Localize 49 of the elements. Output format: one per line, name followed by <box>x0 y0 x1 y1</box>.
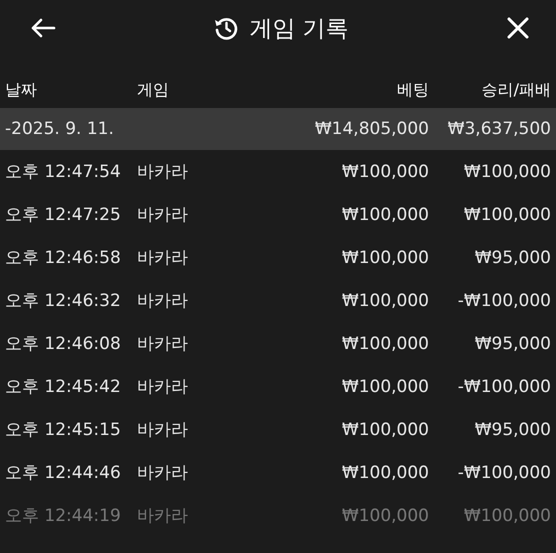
table-cell-text: 오후 12:46:58 <box>5 247 122 269</box>
table-cell-text: 오후 12:47:54 <box>5 161 122 183</box>
table-cell-text: 바카라 <box>137 419 189 441</box>
table-cell-text: ₩100,000 <box>340 376 429 396</box>
table-cell-text: 오후 12:46:08 <box>5 333 122 355</box>
table-cell-text: ₩100,000 <box>340 204 429 224</box>
table-cell-text: ₩100,000 <box>462 162 551 182</box>
table-cell-text: ₩100,000 <box>340 420 429 440</box>
table-cell-text: ₩100,000 <box>462 506 551 526</box>
table-cell-text: -₩100,000 <box>456 376 551 396</box>
table-cell-text: 오후 12:46:32 <box>5 290 122 312</box>
table-cell-text: ₩100,000 <box>340 162 429 182</box>
table-cell-text: ₩100,000 <box>340 290 429 310</box>
total-result: ₩3,637,500 <box>446 119 551 139</box>
table-cell-text: 오후 12:47:25 <box>5 204 122 226</box>
column-header: 승리/패배 <box>480 80 551 100</box>
close-button[interactable] <box>506 16 530 40</box>
table-cell-text: -₩100,000 <box>456 290 551 310</box>
column-header: 베팅 <box>396 80 429 100</box>
close-icon <box>506 16 530 40</box>
table-cell-text: ₩95,000 <box>474 420 551 440</box>
table-cell-text: 바카라 <box>137 462 189 484</box>
table-cell-text: 바카라 <box>137 505 189 527</box>
table-cell-text: 바카라 <box>137 204 189 226</box>
table-cell-text: ₩100,000 <box>340 334 429 354</box>
table-cell-text: 바카라 <box>137 290 189 312</box>
table-cell-text: 오후 12:45:15 <box>5 419 122 441</box>
table-cell-text: ₩100,000 <box>340 248 429 268</box>
column-header: 게임 <box>137 80 170 100</box>
table-cell-text: ₩100,000 <box>340 462 429 482</box>
back-button[interactable] <box>30 17 56 39</box>
column-header: 날짜 <box>5 80 38 100</box>
total-bet: ₩14,805,000 <box>314 119 429 139</box>
table-cell-text: ₩95,000 <box>474 248 551 268</box>
table-cell-text: 바카라 <box>137 333 189 355</box>
table-cell-text: -₩100,000 <box>456 462 551 482</box>
table-cell-text: 오후 12:45:42 <box>5 376 122 398</box>
window-title: 게임 기록 <box>249 14 349 44</box>
group-date: -2025. 9. 11. <box>5 119 115 139</box>
table-cell-text: 오후 12:44:46 <box>5 462 122 484</box>
table-cell-text: 바카라 <box>137 161 189 183</box>
back-arrow-icon <box>30 17 56 39</box>
table-cell-text: ₩100,000 <box>462 204 551 224</box>
table-cell-text: 바카라 <box>137 247 189 269</box>
history-icon <box>213 15 240 41</box>
table-cell-text: 바카라 <box>137 376 189 398</box>
table-cell-text: ₩95,000 <box>474 334 551 354</box>
table-cell-text: 오후 12:44:19 <box>5 505 122 527</box>
table-cell-text: ₩100,000 <box>340 506 429 526</box>
